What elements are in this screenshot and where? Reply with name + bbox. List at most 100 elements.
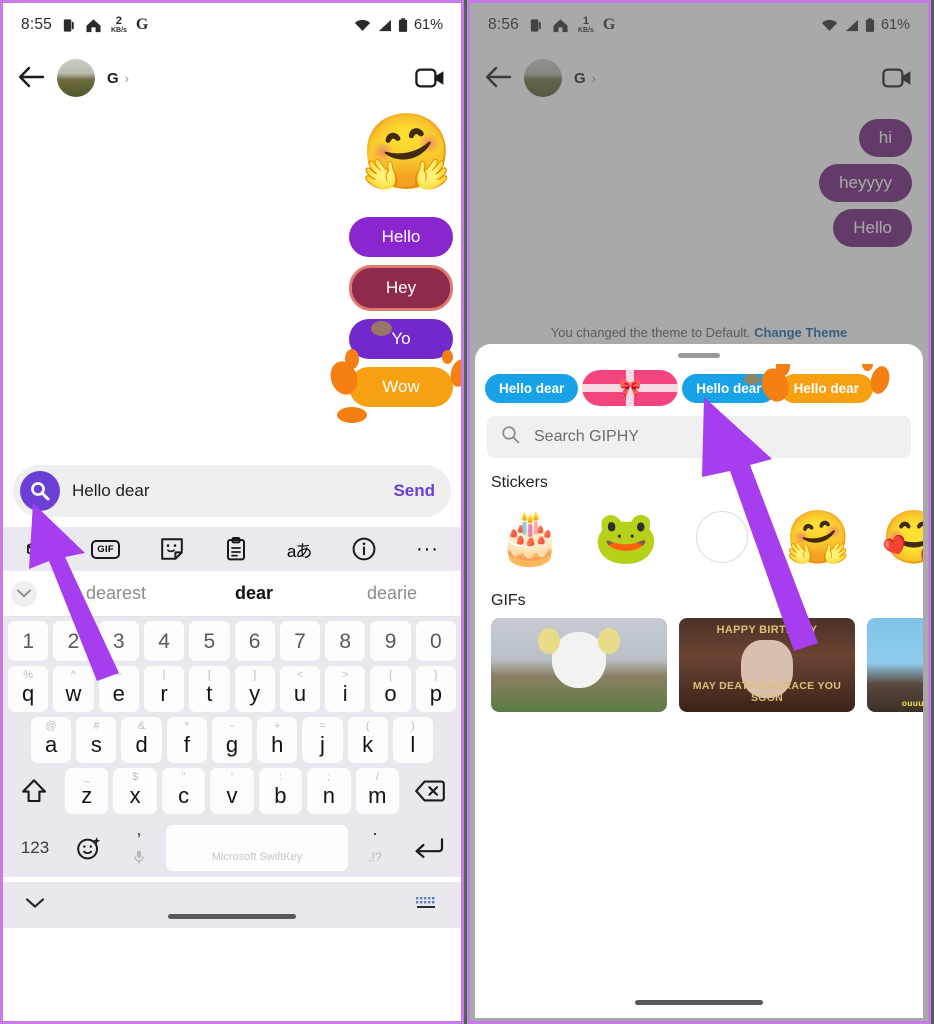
key-4[interactable]: 4 bbox=[143, 621, 185, 661]
suggestion-dearest[interactable]: dearest bbox=[47, 583, 185, 604]
home-icon bbox=[85, 18, 102, 33]
search-icon[interactable] bbox=[20, 471, 60, 511]
enter-icon[interactable] bbox=[402, 837, 456, 859]
sticker-icon[interactable] bbox=[160, 537, 184, 561]
key-6[interactable]: 6 bbox=[234, 621, 275, 661]
change-theme-link[interactable]: Change Theme bbox=[754, 325, 847, 340]
message-bubble-hey[interactable]: Hey bbox=[349, 265, 453, 311]
key-o[interactable]: {o bbox=[370, 666, 411, 712]
key-u[interactable]: < u bbox=[279, 666, 321, 712]
key-z[interactable]: _ z bbox=[65, 768, 109, 814]
key-s[interactable]: # s bbox=[76, 717, 117, 763]
sheet-grabber[interactable] bbox=[678, 353, 720, 358]
avatar[interactable] bbox=[57, 59, 95, 97]
chat-contact-info[interactable]: G › bbox=[107, 70, 403, 87]
home-indicator[interactable] bbox=[168, 914, 296, 919]
key-3[interactable]: 3 bbox=[98, 621, 139, 661]
message-bubble-yo[interactable]: Yo bbox=[349, 319, 453, 359]
message-bubble-hello[interactable]: Hello bbox=[833, 209, 912, 247]
sticker-hugging-face[interactable]: 🤗 bbox=[361, 115, 453, 189]
theme-notice-text: You changed the theme to Default. bbox=[550, 325, 755, 340]
key-b[interactable]: :b bbox=[258, 768, 303, 814]
gif-icon[interactable]: GIF bbox=[91, 539, 121, 559]
message-bubble-hi[interactable]: hi bbox=[858, 119, 912, 157]
message-bubble-wow[interactable]: Wow bbox=[326, 349, 461, 423]
sticker-frog[interactable]: 🐸 bbox=[583, 498, 669, 576]
key-5[interactable]: 5 bbox=[189, 621, 230, 661]
sticker-loading-placeholder[interactable] bbox=[679, 498, 765, 576]
giphy-search-input[interactable]: Search GIPHY bbox=[487, 416, 911, 458]
key-v[interactable]: ' v bbox=[210, 768, 254, 814]
key-n[interactable]: ; n bbox=[307, 768, 351, 814]
key-p[interactable]: } p bbox=[415, 666, 456, 712]
more-icon[interactable]: ··· bbox=[416, 539, 439, 559]
key-i[interactable]: > i bbox=[325, 666, 366, 712]
suggestion-dearie[interactable]: dearie bbox=[323, 583, 461, 604]
key-w[interactable]: ^ w bbox=[53, 666, 94, 712]
key-h[interactable]: + h bbox=[257, 717, 298, 763]
keyboard-row-home: @ a # s & d * f -g + h = j (k ) l bbox=[5, 717, 459, 763]
key-a[interactable]: @ a bbox=[31, 717, 72, 763]
swiftkey-logo-icon[interactable] bbox=[25, 539, 51, 559]
message-input-bar[interactable]: Hello dear Send bbox=[13, 465, 451, 517]
device-icon bbox=[528, 18, 543, 33]
key-0[interactable]: 0 bbox=[415, 621, 456, 661]
sticker-face-with-heart[interactable]: 🥰 bbox=[871, 498, 923, 576]
key-k[interactable]: (k bbox=[347, 717, 388, 763]
info-icon[interactable] bbox=[352, 537, 376, 561]
network-speed-unit: KB/s bbox=[577, 27, 594, 34]
key-m[interactable]: / m bbox=[355, 768, 399, 814]
message-bubble-heyyyy[interactable]: heyyyy bbox=[819, 164, 912, 202]
key-7[interactable]: 7 bbox=[279, 621, 321, 661]
emoji-icon[interactable] bbox=[66, 834, 112, 862]
gif-mascot[interactable] bbox=[491, 618, 667, 712]
space-key[interactable]: Microsoft SwiftKey bbox=[166, 825, 348, 871]
key-r[interactable]: | r bbox=[143, 666, 185, 712]
key-d[interactable]: & d bbox=[121, 717, 162, 763]
key-2[interactable]: 2 bbox=[53, 621, 94, 661]
video-call-icon[interactable] bbox=[415, 66, 445, 90]
sticker-birthday-cake[interactable]: 🎂 bbox=[487, 498, 573, 576]
key-j[interactable]: = j bbox=[302, 717, 343, 763]
numeric-mode-key[interactable]: 123 bbox=[8, 838, 62, 858]
clipboard-icon[interactable] bbox=[225, 537, 247, 561]
shift-icon[interactable] bbox=[8, 768, 60, 814]
contact-name: G bbox=[574, 69, 586, 87]
key-y[interactable]: ] y bbox=[234, 666, 275, 712]
message-bubble-hello[interactable]: ❤❤❤❤❤ Hello bbox=[333, 195, 461, 274]
gif-happy-birthday[interactable]: HAPPY BIRTHDAY MAY DEATH EMBRACE YOU SOO… bbox=[679, 618, 855, 712]
translate-icon[interactable]: aあ bbox=[287, 537, 312, 562]
send-button[interactable]: Send bbox=[393, 481, 435, 501]
key-t[interactable]: [t bbox=[189, 666, 230, 712]
search-input[interactable]: Hello dear bbox=[72, 481, 381, 501]
back-arrow-icon[interactable] bbox=[484, 64, 512, 92]
sticker-hugging-face[interactable]: 🤗 bbox=[775, 498, 861, 576]
video-call-icon[interactable] bbox=[882, 66, 912, 90]
chevron-down-icon[interactable] bbox=[11, 580, 37, 607]
key-x[interactable]: $ x bbox=[113, 768, 157, 814]
hide-keyboard-icon[interactable] bbox=[25, 896, 45, 914]
giphy-chip-hearts[interactable]: ❤❤❤❤ Hello dear bbox=[475, 364, 600, 403]
key-9[interactable]: 9 bbox=[370, 621, 411, 661]
giphy-chip-gift[interactable]: 🎀 bbox=[582, 370, 679, 406]
key-8[interactable]: 8 bbox=[325, 621, 366, 661]
bubble-text: Yo bbox=[391, 329, 411, 348]
chat-header: G › bbox=[470, 47, 928, 109]
gif-excited[interactable]: ouuuuh yes! i'm excited! bbox=[867, 618, 923, 712]
key-l[interactable]: ) l bbox=[392, 717, 433, 763]
suggestion-dear[interactable]: dear bbox=[185, 583, 323, 604]
back-arrow-icon[interactable] bbox=[17, 64, 45, 92]
home-indicator[interactable] bbox=[635, 1000, 763, 1005]
key-c[interactable]: " c bbox=[161, 768, 206, 814]
key-f[interactable]: * f bbox=[166, 717, 207, 763]
key-1[interactable]: 1 bbox=[8, 621, 49, 661]
avatar[interactable] bbox=[524, 59, 562, 97]
switch-keyboard-icon[interactable] bbox=[415, 896, 437, 915]
giphy-chip-flame[interactable]: Hello dear bbox=[756, 364, 892, 405]
key-g[interactable]: -g bbox=[211, 717, 253, 763]
key-e[interactable]: ~ e bbox=[98, 666, 139, 712]
key-q[interactable]: % q bbox=[8, 666, 49, 712]
giphy-chip-blue[interactable]: Hello dear bbox=[682, 373, 776, 403]
backspace-icon[interactable] bbox=[404, 768, 456, 814]
chat-contact-info[interactable]: G › bbox=[574, 70, 870, 87]
